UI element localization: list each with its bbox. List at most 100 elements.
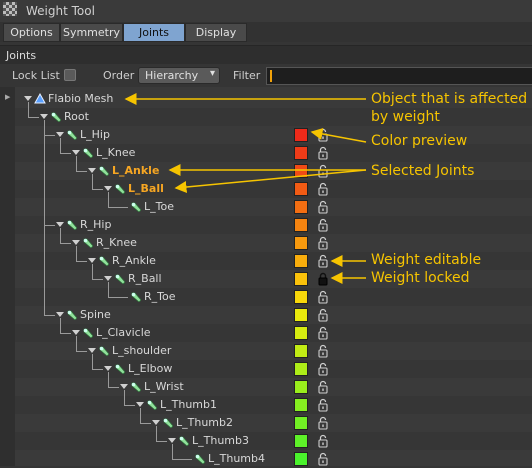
lock-open-icon[interactable] bbox=[318, 146, 328, 160]
collapse-arrow-icon[interactable] bbox=[72, 150, 80, 155]
joint-icon bbox=[99, 256, 109, 266]
filter-input[interactable] bbox=[266, 67, 532, 85]
lock-open-icon[interactable] bbox=[318, 182, 328, 196]
tree-row-l-thumb2[interactable]: L_Thumb2 bbox=[15, 414, 532, 432]
tree-branch-line bbox=[76, 261, 87, 262]
collapse-arrow-icon[interactable] bbox=[24, 96, 32, 101]
color-preview-swatch bbox=[294, 200, 308, 214]
tree-branch-line bbox=[124, 405, 135, 406]
collapse-arrow-icon[interactable] bbox=[168, 438, 176, 443]
joint-icon bbox=[131, 292, 141, 302]
lock-open-icon[interactable] bbox=[318, 452, 328, 466]
tree-branch-line bbox=[156, 441, 167, 442]
lock-open-icon[interactable] bbox=[318, 398, 328, 412]
expand-arrow-icon[interactable]: ▶ bbox=[5, 93, 10, 101]
callout-object-affected-text: Object that is affected by weight bbox=[371, 91, 528, 125]
tree-branch-line bbox=[108, 387, 119, 388]
tree-guide-line bbox=[44, 120, 45, 315]
collapse-arrow-icon[interactable] bbox=[152, 420, 160, 425]
tree-gutter bbox=[0, 87, 15, 466]
collapse-arrow-icon[interactable] bbox=[56, 132, 64, 137]
collapse-arrow-icon[interactable] bbox=[104, 366, 112, 371]
tree-guide-line bbox=[124, 390, 125, 405]
filter-label: Filter bbox=[233, 69, 261, 82]
collapse-arrow-icon[interactable] bbox=[88, 348, 96, 353]
lock-open-icon[interactable] bbox=[318, 290, 328, 304]
lock-open-icon[interactable] bbox=[318, 380, 328, 394]
tree-row-r-toe[interactable]: R_Toe bbox=[15, 288, 532, 306]
joint-icon bbox=[83, 148, 93, 158]
collapse-arrow-icon[interactable] bbox=[56, 312, 64, 317]
tab-display[interactable]: Display bbox=[185, 23, 247, 42]
joint-icon bbox=[99, 346, 109, 356]
tree-item-label: L_Thumb1 bbox=[160, 398, 217, 411]
collapse-arrow-icon[interactable] bbox=[56, 222, 64, 227]
tree-guide-line bbox=[60, 318, 61, 333]
collapse-arrow-icon[interactable] bbox=[72, 240, 80, 245]
collapse-arrow-icon[interactable] bbox=[72, 330, 80, 335]
lock-open-icon[interactable] bbox=[318, 326, 328, 340]
tree-row-r-knee[interactable]: R_Knee bbox=[15, 234, 532, 252]
callout-selected-joints: Selected Joints bbox=[371, 163, 475, 179]
lock-open-icon[interactable] bbox=[318, 416, 328, 430]
collapse-arrow-icon[interactable] bbox=[88, 168, 96, 173]
lock-open-icon[interactable] bbox=[318, 200, 328, 214]
section-title: Joints bbox=[6, 49, 37, 62]
lock-closed-icon[interactable] bbox=[318, 272, 328, 286]
weight-tool-icon bbox=[3, 2, 17, 16]
lock-open-icon[interactable] bbox=[318, 344, 328, 358]
lock-open-icon[interactable] bbox=[318, 254, 328, 268]
tab-joints[interactable]: Joints bbox=[123, 23, 185, 42]
text-caret bbox=[270, 70, 272, 82]
lock-open-icon[interactable] bbox=[318, 308, 328, 322]
tree-guide-line bbox=[108, 372, 109, 387]
joint-icon bbox=[51, 112, 61, 122]
tree-branch-line bbox=[108, 207, 128, 208]
tree-guide-line bbox=[108, 282, 109, 297]
tab-options[interactable]: Options bbox=[3, 23, 60, 42]
lock-open-icon[interactable] bbox=[318, 164, 328, 178]
tree-row-l-clavicle[interactable]: L_Clavicle bbox=[15, 324, 532, 342]
tree-item-label: L_Thumb3 bbox=[192, 434, 249, 447]
tree-branch-line bbox=[76, 171, 87, 172]
collapse-arrow-icon[interactable] bbox=[136, 402, 144, 407]
joint-icon bbox=[115, 184, 125, 194]
lock-open-icon[interactable] bbox=[318, 434, 328, 448]
color-preview-swatch bbox=[294, 380, 308, 394]
collapse-arrow-icon[interactable] bbox=[104, 186, 112, 191]
collapse-arrow-icon[interactable] bbox=[88, 258, 96, 263]
lock-open-icon[interactable] bbox=[318, 128, 328, 142]
joint-icon bbox=[115, 274, 125, 284]
tree-guide-line bbox=[92, 264, 93, 279]
lock-open-icon[interactable] bbox=[318, 362, 328, 376]
tree-guide-line bbox=[60, 228, 61, 243]
lock-open-icon[interactable] bbox=[318, 236, 328, 250]
tree-row-l-thumb4[interactable]: L_Thumb4 bbox=[15, 450, 532, 468]
color-preview-swatch bbox=[294, 308, 308, 322]
joint-icon bbox=[131, 202, 141, 212]
collapse-arrow-icon[interactable] bbox=[120, 384, 128, 389]
order-value: Hierarchy bbox=[145, 69, 199, 82]
tree-row-r-hip[interactable]: R_Hip bbox=[15, 216, 532, 234]
tree-row-l-toe[interactable]: L_Toe bbox=[15, 198, 532, 216]
order-dropdown[interactable]: Hierarchy ▾ bbox=[138, 67, 220, 84]
collapse-arrow-icon[interactable] bbox=[40, 114, 48, 119]
color-preview-swatch bbox=[294, 290, 308, 304]
tree-row-l-thumb3[interactable]: L_Thumb3 bbox=[15, 432, 532, 450]
tree-guide-line bbox=[156, 426, 157, 441]
tab-symmetry[interactable]: Symmetry bbox=[60, 23, 123, 42]
joint-icon bbox=[179, 436, 189, 446]
lock-list-checkbox[interactable] bbox=[64, 69, 76, 81]
tree-item-label: L_Wrist bbox=[144, 380, 184, 393]
tree-row-l-thumb1[interactable]: L_Thumb1 bbox=[15, 396, 532, 414]
joint-icon bbox=[67, 220, 77, 230]
tree-branch-line bbox=[28, 117, 39, 118]
tree-item-label: L_Elbow bbox=[128, 362, 173, 375]
lock-open-icon[interactable] bbox=[318, 218, 328, 232]
tree-row-spine[interactable]: Spine bbox=[15, 306, 532, 324]
collapse-arrow-icon[interactable] bbox=[104, 276, 112, 281]
tree-branch-line bbox=[60, 153, 71, 154]
joint-icon bbox=[67, 310, 77, 320]
tree-guide-line bbox=[28, 102, 29, 117]
tree-row-l-wrist[interactable]: L_Wrist bbox=[15, 378, 532, 396]
